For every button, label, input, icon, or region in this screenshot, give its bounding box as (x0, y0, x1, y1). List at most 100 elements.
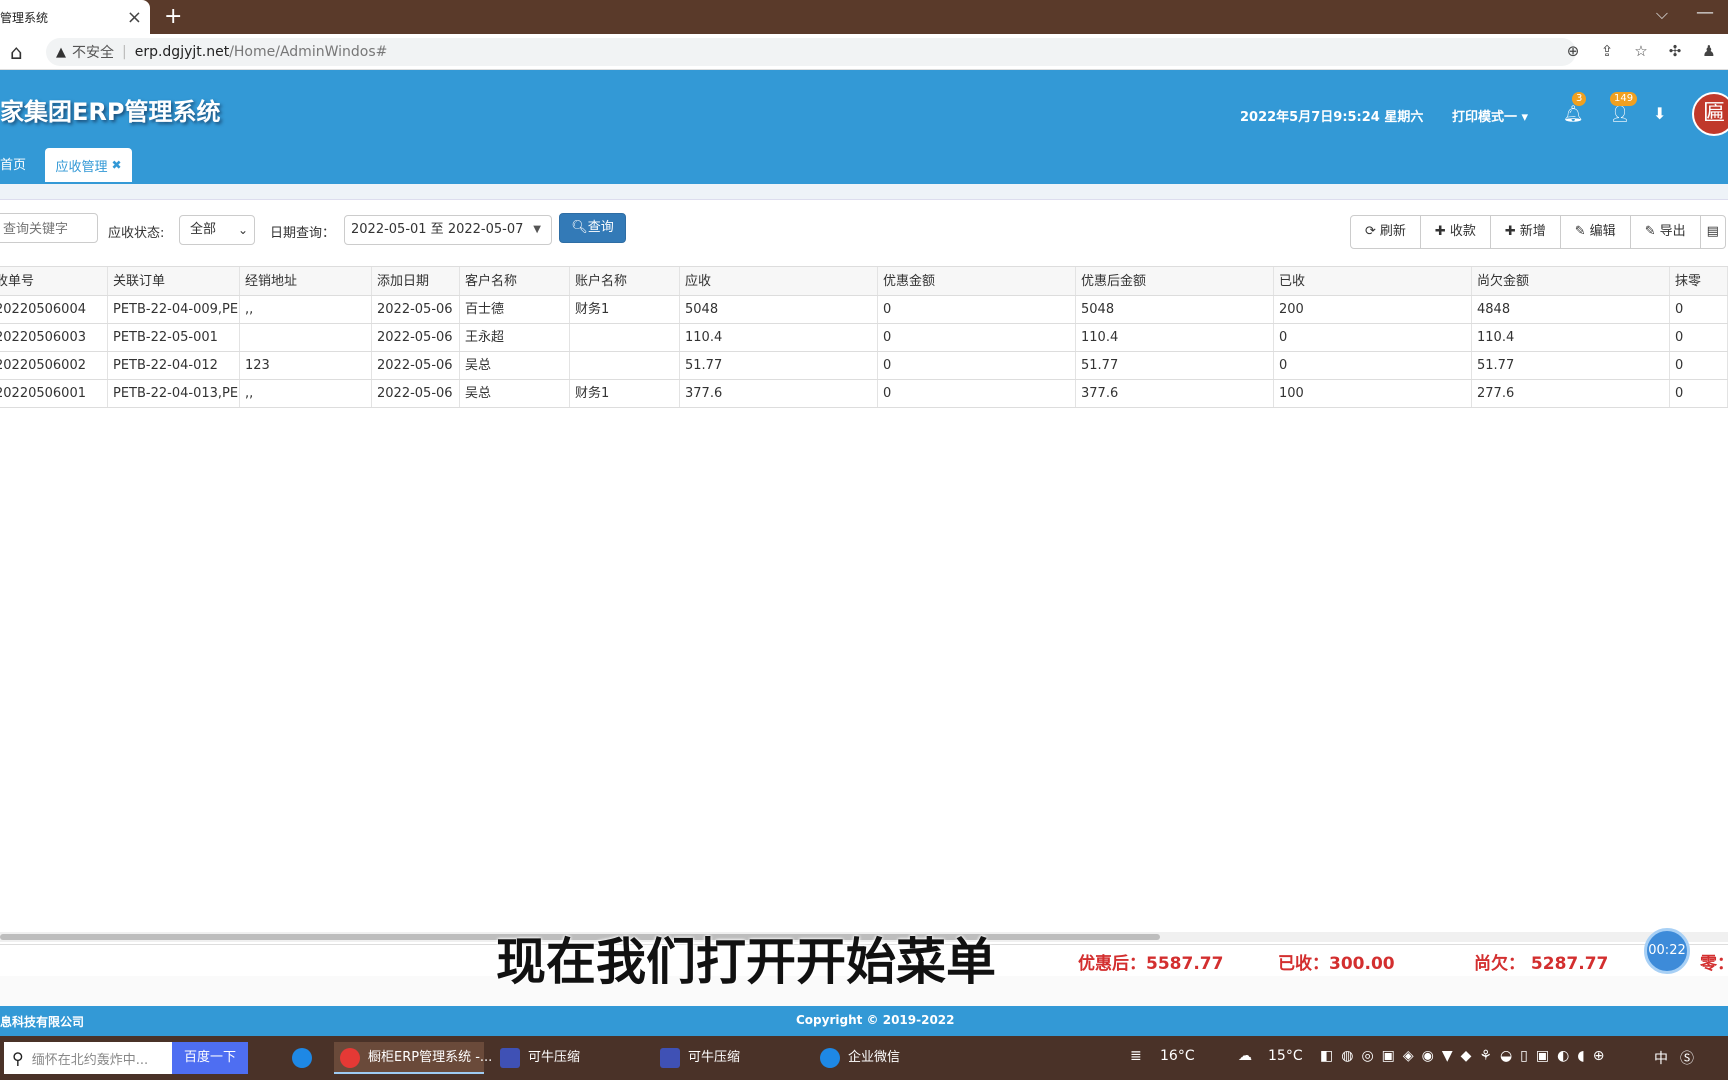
tray-icons[interactable]: ◧◍◎▣◈◉▼◆⚘◒▯▣◐◖⊕ (1320, 1048, 1612, 1064)
table-cell: 51.77 (1472, 352, 1670, 379)
table-header: 收单号 关联订单 经销地址 添加日期 客户名称 账户名称 应收 优惠金额 优惠后… (0, 266, 1728, 296)
share-icon[interactable]: ⇪ (1598, 42, 1616, 60)
refresh-button[interactable]: ⟳ 刷新 (1351, 216, 1421, 248)
column-header[interactable]: 应收 (680, 267, 878, 295)
warning-icon: ▲ (56, 44, 66, 60)
search-input[interactable] (0, 213, 98, 243)
status-select[interactable]: 全部 ⌄ (179, 215, 255, 245)
action-button-group: ⟳ 刷新 ✚ 收款 ✚ 新增 ✎ 编辑 ✎ 导出 ▤ (1350, 215, 1726, 249)
add-button[interactable]: ✚ 新增 (1491, 216, 1561, 248)
table-cell: 20220506004 (0, 296, 108, 323)
column-header[interactable]: 经销地址 (240, 267, 372, 295)
table-row[interactable]: 20220506002 PETB-22-04-012 123 2022-05-0… (0, 352, 1728, 380)
refresh-button-label: 刷新 (1379, 224, 1406, 239)
plus-icon: ✚ (1504, 224, 1516, 239)
taskbar-app-label: 可牛压缩 (688, 1050, 741, 1065)
browser-tab-title: 管理系统 (0, 10, 49, 25)
table-cell: 0 (1274, 324, 1472, 351)
column-header[interactable]: 账户名称 (570, 267, 680, 295)
tab-receivables[interactable]: 应收管理 ✖ (45, 148, 132, 182)
zoom-icon[interactable]: ⊕ (1564, 42, 1582, 60)
table-cell: 0 (878, 324, 1076, 351)
table-cell: 377.6 (1076, 380, 1274, 407)
extensions-icon[interactable]: ✣ (1666, 42, 1684, 60)
export-button[interactable]: ✎ 导出 (1631, 216, 1701, 248)
receivables-table: 收单号 关联订单 经销地址 添加日期 客户名称 账户名称 应收 优惠金额 优惠后… (0, 266, 1728, 408)
baidu-search-button[interactable]: 百度一下 (172, 1042, 248, 1074)
column-header[interactable]: 优惠金额 (878, 267, 1076, 295)
sogou-icon[interactable]: Ⓢ (1680, 1048, 1694, 1068)
column-header[interactable]: 收单号 (0, 267, 108, 295)
query-button-label: 查询 (587, 220, 614, 235)
table-cell: 0 (878, 352, 1076, 379)
profile-icon[interactable]: ♟ (1700, 42, 1718, 60)
table-cell: 财务1 (570, 296, 680, 323)
column-header[interactable]: 添加日期 (372, 267, 460, 295)
star-icon[interactable]: ☆ (1632, 42, 1650, 60)
taskbar-app-zip[interactable]: 可牛压缩 (494, 1042, 644, 1074)
users-icon[interactable]: 👤︎ (1610, 104, 1630, 123)
taskbar-search[interactable]: ⚲ 缅怀在北约轰炸中... (4, 1042, 172, 1074)
table-cell: 123 (240, 352, 372, 379)
ie-icon (292, 1047, 312, 1068)
close-icon[interactable]: ✖ (111, 158, 121, 172)
column-header[interactable]: 关联订单 (108, 267, 240, 295)
summary-wipe: 零： (1700, 954, 1728, 974)
taskbar: ⚲ 缅怀在北约轰炸中... 百度一下 橱柜ERP管理系统 -... 可牛压缩 可… (0, 1036, 1728, 1080)
recording-timer[interactable]: 00:22 (1644, 928, 1690, 974)
table-row[interactable]: 20220506001 PETB-22-04-013,PE ,, 2022-05… (0, 380, 1728, 408)
table-row[interactable]: 20220506003 PETB-22-05-001 2022-05-06 王永… (0, 324, 1728, 352)
print-icon: ▤ (1706, 224, 1719, 239)
edit-icon: ✎ (1574, 224, 1586, 239)
home-icon[interactable]: ⌂ (10, 40, 23, 64)
table-cell: 财务1 (570, 380, 680, 407)
taskbar-app-zip[interactable]: 可牛压缩 (654, 1042, 804, 1074)
taskbar-app-erp[interactable]: 橱柜ERP管理系统 -... (334, 1042, 492, 1074)
query-button[interactable]: 🔍︎查询 (559, 213, 626, 243)
table-cell: 377.6 (680, 380, 878, 407)
column-header[interactable]: 已收 (1274, 267, 1472, 295)
table-cell (570, 324, 680, 351)
table-cell (570, 352, 680, 379)
edit-button-label: 编辑 (1589, 224, 1616, 239)
new-tab-icon[interactable]: + (164, 4, 182, 29)
close-icon[interactable]: × (127, 7, 142, 28)
column-header[interactable]: 抹零 (1670, 267, 1728, 295)
avatar[interactable]: 匾 (1692, 92, 1728, 136)
edit-button[interactable]: ✎ 编辑 (1561, 216, 1631, 248)
table-cell: 0 (878, 296, 1076, 323)
footer-company: 息科技有限公司 (0, 1015, 85, 1029)
column-header[interactable]: 客户名称 (460, 267, 570, 295)
column-header[interactable]: 优惠后金额 (1076, 267, 1274, 295)
chevron-down-icon[interactable]: ⌵ (1656, 4, 1668, 24)
receive-payment-button[interactable]: ✚ 收款 (1421, 216, 1491, 248)
table-cell: PETB-22-04-009,PE (108, 296, 240, 323)
date-range-picker[interactable]: 2022-05-01 至 2022-05-07 ▼ (344, 215, 552, 245)
ie-app[interactable] (286, 1042, 322, 1074)
taskbar-search-placeholder: 缅怀在北约轰炸中... (31, 1052, 149, 1068)
minimize-icon[interactable]: — (1696, 2, 1714, 23)
column-header[interactable]: 尚欠金额 (1472, 267, 1670, 295)
browser-tab[interactable]: 管理系统 × (0, 0, 150, 34)
table-cell: ,, (240, 296, 372, 323)
add-button-label: 新增 (1519, 224, 1546, 239)
menu-icon[interactable]: ≣ (1130, 1048, 1142, 1064)
table-cell: 5048 (1076, 296, 1274, 323)
print-mode-dropdown[interactable]: 打印模式一 ▾ (1452, 106, 1528, 125)
taskbar-app-wecom[interactable]: 企业微信 (814, 1042, 964, 1074)
ime-indicator[interactable]: 中 (1654, 1048, 1668, 1068)
table-cell: PETB-22-04-012 (108, 352, 240, 379)
table-row[interactable]: 20220506004 PETB-22-04-009,PE ,, 2022-05… (0, 296, 1728, 324)
tab-home[interactable]: 首页 (0, 154, 26, 173)
url-field[interactable]: ▲ 不安全 | erp.dgjyjt.net /Home/AdminWindos… (46, 38, 1576, 66)
cloud-icon: ☁ (1238, 1048, 1252, 1064)
url-host: erp.dgjyjt.net (134, 44, 230, 60)
download-icon[interactable]: ⬇ (1653, 104, 1666, 123)
table-cell: 2022-05-06 (372, 380, 460, 407)
insecure-label: 不安全 (72, 45, 114, 61)
bell-icon[interactable]: 🔔︎ (1563, 104, 1583, 123)
more-button[interactable]: ▤ (1701, 216, 1725, 248)
url-separator: | (122, 44, 127, 60)
table-cell: 王永超 (460, 324, 570, 351)
summary-owed: 尚欠： 5287.77 (1474, 954, 1609, 974)
